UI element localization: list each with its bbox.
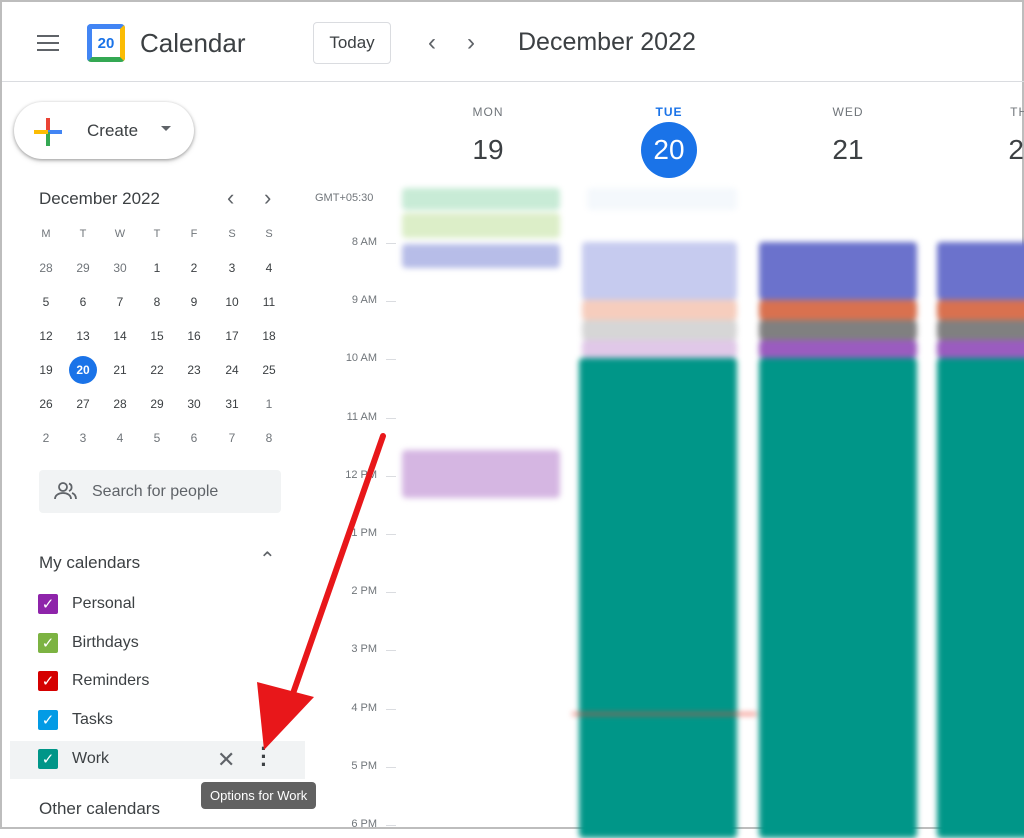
annotation-arrow <box>257 433 386 750</box>
